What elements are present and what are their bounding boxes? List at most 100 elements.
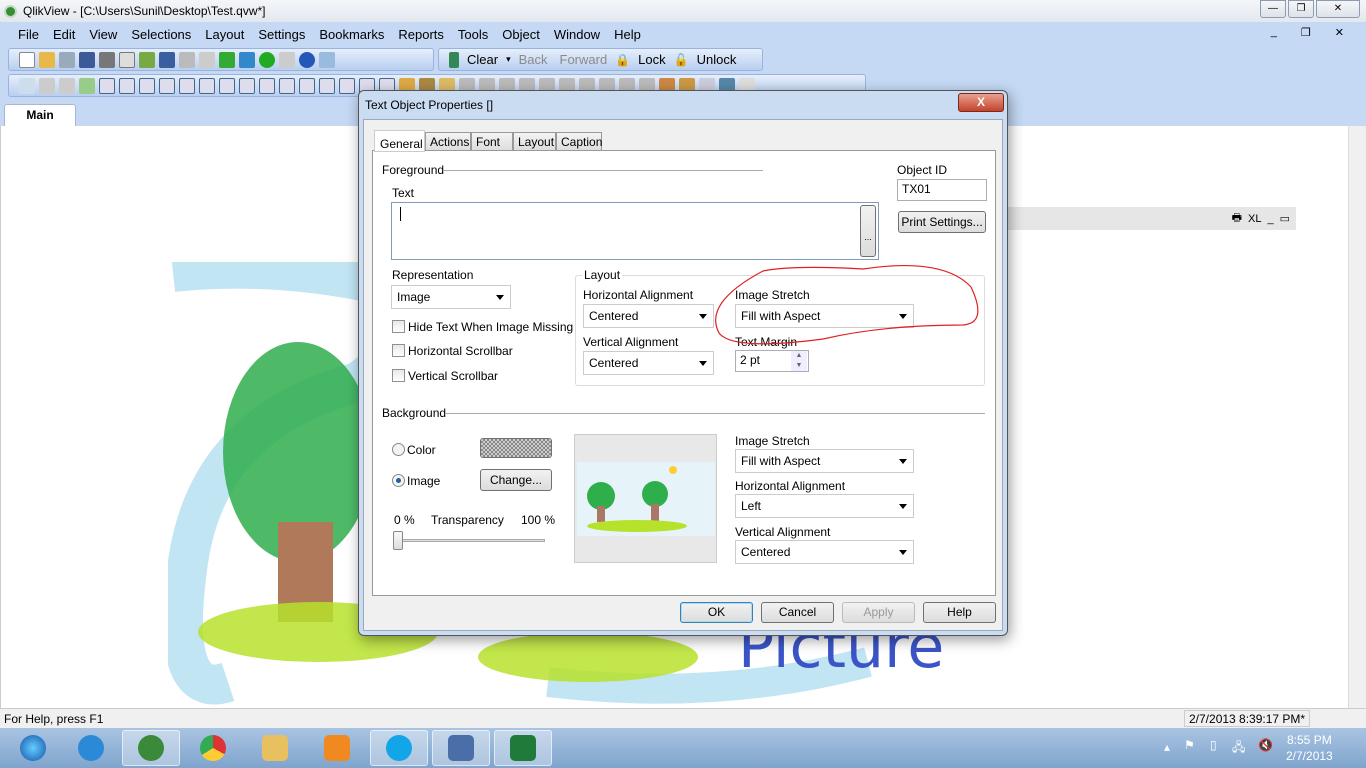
color-swatch-button[interactable] [480,438,552,458]
text-margin-spinner[interactable]: ▲ ▼ [791,351,807,371]
maximize-object-icon[interactable]: ▭ [1280,212,1290,225]
context-help-icon[interactable] [319,51,335,68]
promote-sheet-icon[interactable] [39,77,55,94]
taskbar-excel[interactable] [494,730,552,766]
menu-reports[interactable]: Reports [398,27,444,42]
bookmark-star-icon[interactable] [259,51,275,68]
menu-tools[interactable]: Tools [458,27,488,42]
bg-image-stretch-dropdown[interactable]: Fill with Aspect [735,449,914,473]
search-icon[interactable] [199,51,215,68]
listbox-icon[interactable] [99,77,115,94]
taskbar-explorer[interactable] [246,730,304,766]
forward-button[interactable]: Forward [560,52,608,67]
text-expression-button[interactable]: ... [860,205,876,257]
unlock-button[interactable]: Unlock [697,52,737,67]
menu-settings[interactable]: Settings [258,27,305,42]
restore-button[interactable]: ❐ [1288,0,1314,18]
tab-layout[interactable]: Layout [513,132,556,151]
demote-sheet-icon[interactable] [59,77,75,94]
network-icon[interactable]: 🖧 [1232,738,1245,759]
table-box-icon[interactable] [139,77,155,94]
lock-button[interactable]: Lock [638,52,665,67]
image-radio[interactable] [392,474,405,487]
dialog-close-button[interactable]: X [958,93,1004,112]
chart-wizard-icon[interactable] [239,51,255,68]
object-id-input[interactable]: TX01 [897,179,987,201]
bg-valign-dropdown[interactable]: Centered [735,540,914,564]
taskbar-qlikview[interactable] [122,730,180,766]
help-icon[interactable] [299,51,315,68]
menu-selections[interactable]: Selections [131,27,191,42]
menu-bookmarks[interactable]: Bookmarks [319,27,384,42]
clear-button[interactable]: Clear [467,52,498,67]
chart-icon[interactable] [179,77,195,94]
transparency-slider-track[interactable] [393,539,545,542]
help-button[interactable]: Help [923,602,996,623]
vertical-scrollbar[interactable] [1348,126,1366,708]
text-input[interactable] [391,202,879,260]
input-box-icon[interactable] [199,77,215,94]
taskbar-remote-desktop[interactable] [432,730,490,766]
ok-button[interactable]: OK [680,602,753,623]
menu-window[interactable]: Window [554,27,600,42]
representation-dropdown[interactable]: Image [391,285,511,309]
sheet-properties-icon[interactable] [79,77,95,94]
back-button[interactable]: Back [519,52,548,67]
color-radio[interactable] [392,443,405,456]
statistics-box-icon[interactable] [119,77,135,94]
line-arrow-icon[interactable] [279,77,295,94]
mdi-restore-icon[interactable]: ❐ [1301,26,1311,39]
save-icon[interactable] [79,51,95,68]
menu-object[interactable]: Object [502,27,540,42]
tab-font[interactable]: Font [471,132,513,151]
transparency-slider-thumb[interactable] [393,531,403,550]
clock[interactable]: 8:55 PM 2/7/2013 [1286,732,1333,764]
close-window-button[interactable]: ✕ [1316,0,1360,18]
slider-icon[interactable] [299,77,315,94]
horizontal-scrollbar-checkbox[interactable] [392,344,405,357]
reload-data-icon[interactable] [139,51,155,68]
undo-icon[interactable] [159,51,175,68]
text-object-icon[interactable] [259,77,275,94]
print-icon[interactable] [99,51,115,68]
start-button[interactable] [4,730,62,766]
mdi-close-icon[interactable]: ✕ [1335,26,1344,39]
edit-icon[interactable] [279,51,295,68]
taskbar-media-player[interactable] [308,730,366,766]
print-settings-button[interactable]: Print Settings... [898,211,986,233]
new-icon[interactable] [19,51,35,68]
button-object-icon[interactable] [239,77,255,94]
tab-general[interactable]: General [374,130,425,152]
mdi-minimize-icon[interactable]: _ [1271,26,1277,39]
edit-script-icon[interactable] [119,51,135,68]
search-object-icon[interactable] [339,77,355,94]
tab-caption[interactable]: Caption [556,132,602,151]
menu-file[interactable]: File [18,27,39,42]
open-icon[interactable] [39,51,55,68]
hide-text-checkbox[interactable] [392,320,405,333]
fg-valign-dropdown[interactable]: Centered [583,351,714,375]
volume-muted-icon[interactable]: 🔇 [1258,738,1273,752]
cancel-button[interactable]: Cancel [761,602,834,623]
battery-icon[interactable]: ▯ [1210,738,1217,752]
fg-halign-dropdown[interactable]: Centered [583,304,714,328]
menu-edit[interactable]: Edit [53,27,75,42]
tab-main[interactable]: Main [4,104,76,126]
minimize-button[interactable]: — [1260,0,1286,18]
action-center-flag-icon[interactable]: ⚑ [1184,738,1195,752]
tab-actions[interactable]: Actions [425,132,471,151]
menu-help[interactable]: Help [614,27,641,42]
menu-layout[interactable]: Layout [205,27,244,42]
reload-icon[interactable] [59,51,75,68]
change-image-button[interactable]: Change... [480,469,552,491]
new-sheet-icon[interactable] [19,77,35,94]
taskbar-internet-explorer[interactable] [62,730,120,766]
redo-icon[interactable] [179,51,195,68]
select-fields-icon[interactable] [219,51,235,68]
taskbar-chrome[interactable] [184,730,242,766]
clear-icon[interactable] [449,51,459,68]
current-selections-icon[interactable] [219,77,235,94]
bookmark-object-icon[interactable] [319,77,335,94]
taskbar-skype[interactable] [370,730,428,766]
vertical-scrollbar-checkbox[interactable] [392,369,405,382]
